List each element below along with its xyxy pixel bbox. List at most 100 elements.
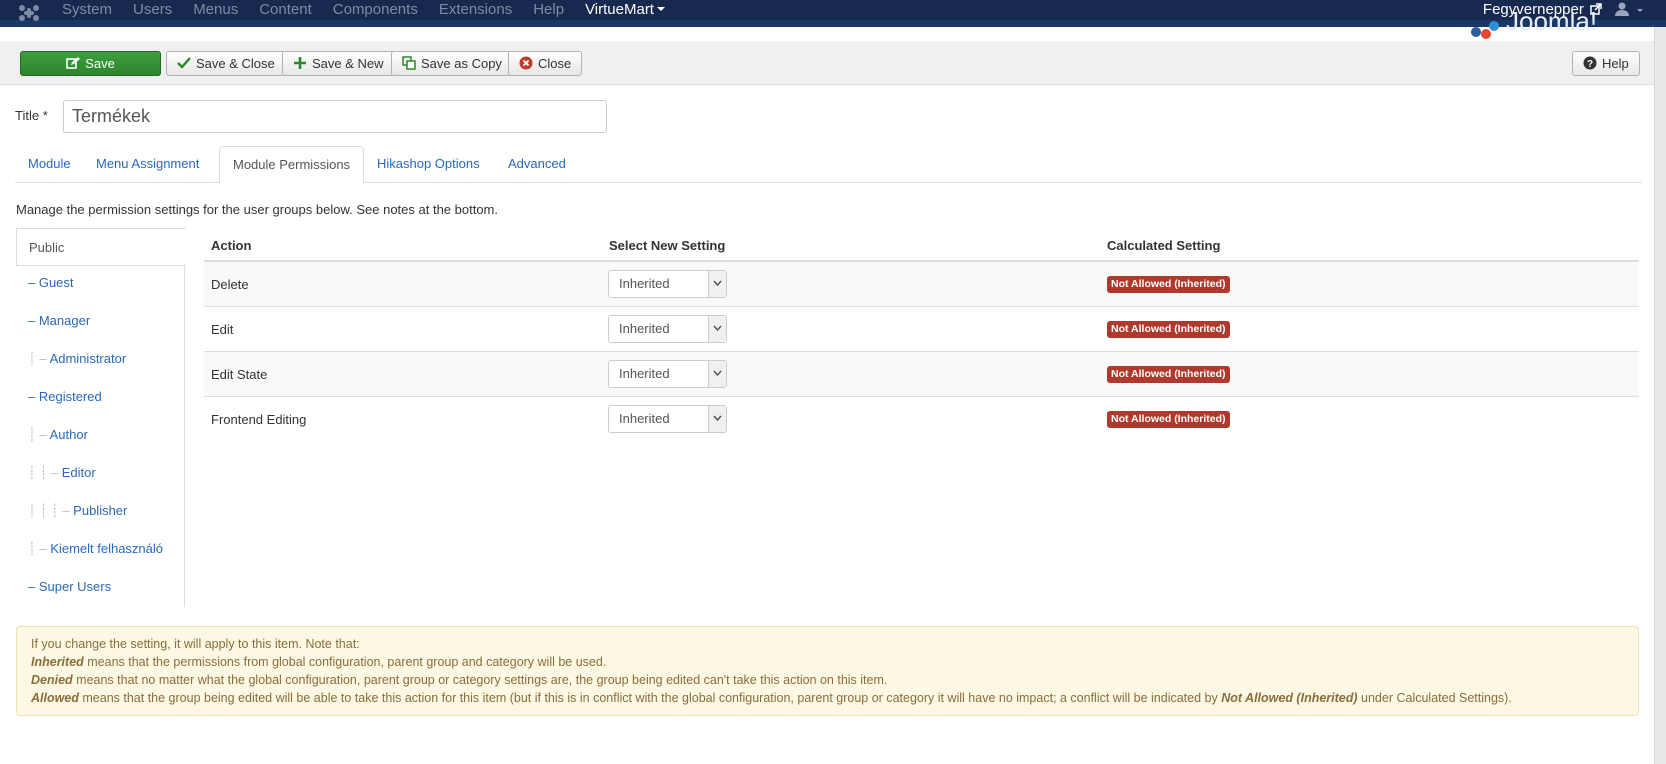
joomla-logo-icon[interactable] (18, 4, 40, 22)
tab-hikashop-options[interactable]: Hikashop Options (364, 146, 493, 183)
group-kiemelt-felhasznalo[interactable]: ┊ – Kiemelt felhasználó (16, 530, 163, 568)
action-name: Edit State (211, 367, 268, 382)
table-row: Delete Inherited Not Allowed (Inherited) (204, 262, 1639, 307)
chevron-down-icon (708, 406, 726, 432)
group-label: Author (49, 427, 88, 442)
toolbar: Save Save & Close Save & New Save as Cop… (0, 41, 1666, 85)
check-icon (177, 57, 191, 69)
status-badge: Not Allowed (Inherited) (1107, 411, 1230, 428)
group-public[interactable]: Public (16, 228, 186, 266)
tab-bar: Module Menu Assignment Module Permission… (15, 146, 1642, 184)
status-badge: Not Allowed (Inherited) (1107, 276, 1230, 293)
tab-module-permissions[interactable]: Module Permissions (219, 146, 365, 184)
group-registered[interactable]: – Registered (16, 378, 102, 416)
close-button[interactable]: Close (508, 51, 583, 76)
group-label: Manager (38, 313, 91, 328)
group-prefix: ┊ ┊ – (28, 465, 62, 480)
group-super-users[interactable]: – Super Users (16, 568, 111, 606)
action-name: Delete (211, 277, 249, 292)
group-label: Super Users (38, 579, 112, 594)
group-prefix: ┊ ┊ ┊ – (28, 503, 74, 518)
table-row: Edit State Inherited Not Allowed (Inheri… (204, 352, 1639, 397)
close-circle-icon (519, 56, 533, 70)
menu-menus[interactable]: Menus (193, 0, 238, 20)
notes-inherited-text: means that the permissions from global c… (83, 655, 607, 669)
notes-denied: Denied means that no matter what the glo… (31, 671, 1624, 689)
group-prefix: ┊ – (28, 427, 50, 442)
select-value: Inherited (619, 276, 670, 291)
notes-denied-term: Denied (31, 673, 73, 687)
group-manager[interactable]: – Manager (16, 302, 90, 340)
group-label: Registered (38, 389, 102, 404)
notes-allowed-text: means that the group being edited will b… (78, 691, 1222, 705)
tab-module[interactable]: Module (15, 146, 84, 183)
status-badge: Not Allowed (Inherited) (1107, 366, 1230, 383)
notes-inherited-term: Inherited (31, 655, 84, 669)
save-button[interactable]: Save (20, 51, 161, 76)
notes-inherited: Inherited means that the permissions fro… (31, 653, 1624, 671)
chevron-down-icon (708, 361, 726, 387)
group-label: Editor (61, 465, 96, 480)
group-prefix: ┊ – (28, 541, 51, 556)
chevron-down-icon (708, 271, 726, 297)
copy-icon (402, 56, 416, 70)
table-header: Action Select New Setting Calculated Set… (204, 228, 1639, 262)
group-prefix: – (28, 275, 39, 290)
menu-extensions[interactable]: Extensions (439, 0, 512, 20)
chevron-down-icon (708, 316, 726, 342)
save-new-label: Save & New (312, 56, 384, 71)
header-stripe (0, 20, 1666, 27)
setting-select[interactable]: Inherited (608, 315, 727, 343)
save-close-label: Save & Close (196, 56, 275, 71)
tab-menu-assignment[interactable]: Menu Assignment (83, 146, 212, 183)
setting-select[interactable]: Inherited (608, 270, 727, 298)
svg-text:?: ? (1587, 59, 1593, 70)
scrollbar[interactable] (1654, 27, 1666, 764)
menu-virtuemart-label: VirtueMart (585, 1, 654, 18)
table-row: Frontend Editing Inherited Not Allowed (… (204, 397, 1639, 442)
chevron-down-icon (656, 7, 665, 11)
menu-virtuemart[interactable]: VirtueMart (585, 0, 686, 20)
group-guest[interactable]: – Guest (16, 264, 74, 302)
group-label: Guest (38, 275, 74, 290)
save-as-copy-label: Save as Copy (421, 56, 502, 71)
permissions-intro: Manage the permission settings for the u… (16, 202, 499, 217)
table-row: Edit Inherited Not Allowed (Inherited) (204, 307, 1639, 352)
header-calculated-setting: Calculated Setting (1107, 238, 1221, 253)
menu-content[interactable]: Content (259, 0, 312, 20)
header-select-new-setting: Select New Setting (609, 238, 726, 253)
group-label: Publisher (73, 503, 128, 518)
edit-icon (66, 57, 81, 69)
save-label: Save (85, 56, 115, 71)
group-author[interactable]: ┊ – Author (16, 416, 88, 454)
menu-help[interactable]: Help (533, 0, 564, 20)
save-new-button[interactable]: Save & New (282, 51, 395, 76)
permission-notes: If you change the setting, it will apply… (16, 626, 1639, 716)
help-button[interactable]: ? Help (1572, 51, 1640, 76)
group-prefix: – (28, 313, 39, 328)
question-circle-icon: ? (1583, 56, 1597, 70)
select-value: Inherited (619, 321, 670, 336)
menu-users[interactable]: Users (133, 0, 172, 20)
group-prefix: – (28, 389, 39, 404)
select-value: Inherited (619, 411, 670, 426)
menu-system[interactable]: System (62, 0, 112, 20)
group-editor[interactable]: ┊ ┊ – Editor (16, 454, 96, 492)
header-action: Action (211, 238, 252, 253)
save-as-copy-button[interactable]: Save as Copy (391, 51, 513, 76)
action-name: Frontend Editing (211, 412, 307, 427)
notes-denied-text: means that no matter what the global con… (72, 673, 888, 687)
tab-advanced[interactable]: Advanced (495, 146, 579, 183)
title-input[interactable]: Termékek (63, 100, 607, 133)
setting-select[interactable]: Inherited (608, 360, 727, 388)
save-close-button[interactable]: Save & Close (166, 51, 286, 76)
notes-allowed-term: Allowed (31, 691, 79, 705)
group-administrator[interactable]: ┊ – Administrator (16, 340, 126, 378)
top-navbar: System Users Menus Content Components Ex… (0, 0, 1666, 27)
setting-select[interactable]: Inherited (608, 405, 727, 433)
select-value: Inherited (619, 366, 670, 381)
group-prefix: – (28, 579, 39, 594)
main-menu: System Users Menus Content Components Ex… (62, 0, 707, 20)
group-publisher[interactable]: ┊ ┊ ┊ – Publisher (16, 492, 127, 530)
menu-components[interactable]: Components (333, 0, 418, 20)
